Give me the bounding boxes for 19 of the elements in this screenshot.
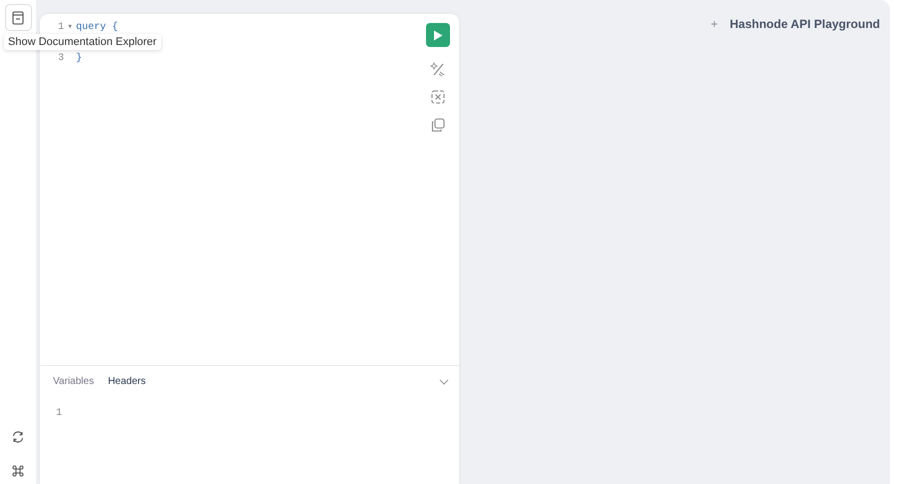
session-tab[interactable]: Hashnode API Playground [730,17,880,31]
tooltip: Show Documentation Explorer [4,34,161,50]
editor-tab[interactable]: Variables [48,374,99,389]
fold-marker: ▾ [66,22,74,32]
play-icon [433,30,443,40]
editor-tab[interactable]: Headers [102,374,151,389]
refresh-icon[interactable] [11,430,25,444]
code-text: } [76,52,82,64]
code-text: query { [76,22,118,32]
line-number: 3 [56,52,64,64]
chevron-down-icon[interactable] [439,378,449,384]
book-icon [11,10,25,24]
copy-icon[interactable] [430,117,446,133]
line-number: 1 [54,408,62,418]
magic-wand-icon[interactable] [430,61,446,77]
run-button[interactable] [426,23,450,47]
documentation-button[interactable] [4,4,32,31]
line-number: 1 [56,22,64,32]
command-icon[interactable] [11,464,25,478]
